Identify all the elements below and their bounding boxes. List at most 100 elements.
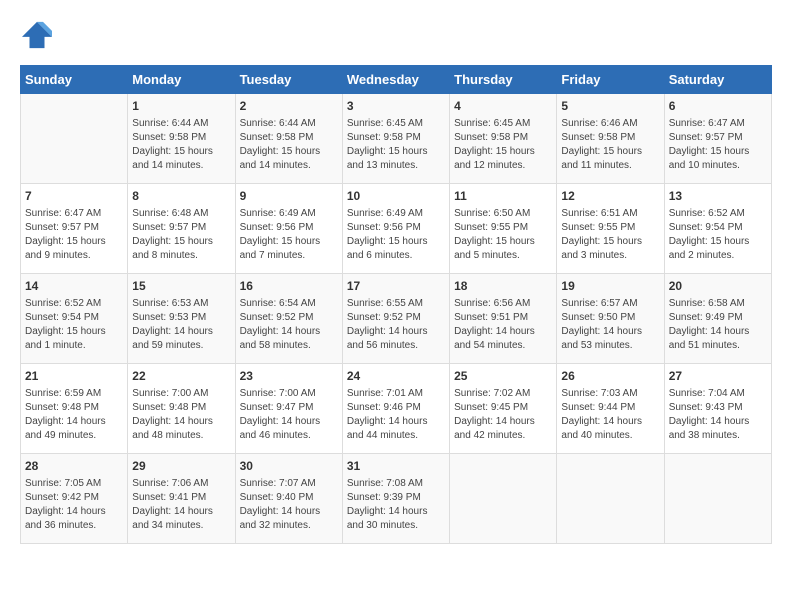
day-cell: 20Sunrise: 6:58 AM Sunset: 9:49 PM Dayli… [664,274,771,364]
day-cell [21,94,128,184]
day-cell: 15 Sunrise: 6:53 AM Sunset: 9:53 PM Dayli… [128,274,235,364]
day-cell: 18 Sunrise: 6:56 AM Sunset: 9:51 PM Dayli… [450,274,557,364]
day-info: Sunrise: 6:48 AM Sunset: 9:57 PM Dayligh… [132,207,230,263]
week-row: 14Sunrise: 6:52 AM Sunset: 9:54 PM Dayli… [21,274,772,364]
day-number: 7 [25,188,123,205]
week-row: 28Sunrise: 7:05 AM Sunset: 9:42 PM Dayli… [21,454,772,544]
day-info: Sunrise: 6:44 AM Sunset: 9:58 PM Dayligh… [240,117,338,173]
week-row: 1 Sunrise: 6:44 AM Sunset: 9:58 PM Daylig… [21,94,772,184]
day-info: Sunrise: 7:01 AM Sunset: 9:46 PM Dayligh… [347,387,445,443]
day-number: 12 [561,188,659,205]
day-number: 26 [561,368,659,385]
day-number: 18 [454,278,552,295]
day-info: Sunrise: 7:06 AM Sunset: 9:41 PM Dayligh… [132,477,230,533]
day-number: 25 [454,368,552,385]
day-info: Sunrise: 7:04 AM Sunset: 9:43 PM Dayligh… [669,387,767,443]
day-cell: 8 Sunrise: 6:48 AM Sunset: 9:57 PM Daylig… [128,184,235,274]
header-cell-tuesday: Tuesday [235,66,342,94]
day-cell: 24 Sunrise: 7:01 AM Sunset: 9:46 PM Dayli… [342,364,449,454]
day-number: 22 [132,368,230,385]
day-info: Sunrise: 6:47 AM Sunset: 9:57 PM Dayligh… [25,207,123,263]
week-row: 7 Sunrise: 6:47 AM Sunset: 9:57 PM Daylig… [21,184,772,274]
day-cell: 14Sunrise: 6:52 AM Sunset: 9:54 PM Dayli… [21,274,128,364]
day-cell: 29 Sunrise: 7:06 AM Sunset: 9:41 PM Dayli… [128,454,235,544]
calendar-header: SundayMondayTuesdayWednesdayThursdayFrid… [21,66,772,94]
day-number: 14 [25,278,123,295]
day-cell: 5Sunrise: 6:46 AM Sunset: 9:58 PM Daylig… [557,94,664,184]
day-number: 11 [454,188,552,205]
day-number: 9 [240,188,338,205]
day-cell: 3 Sunrise: 6:45 AM Sunset: 9:58 PM Daylig… [342,94,449,184]
day-info: Sunrise: 6:54 AM Sunset: 9:52 PM Dayligh… [240,297,338,353]
day-cell [664,454,771,544]
day-cell: 13 Sunrise: 6:52 AM Sunset: 9:54 PM Dayli… [664,184,771,274]
day-info: Sunrise: 7:05 AM Sunset: 9:42 PM Dayligh… [25,477,123,533]
day-number: 20 [669,278,767,295]
day-cell: 25 Sunrise: 7:02 AM Sunset: 9:45 PM Dayli… [450,364,557,454]
header-cell-monday: Monday [128,66,235,94]
day-number: 19 [561,278,659,295]
day-info: Sunrise: 6:44 AM Sunset: 9:58 PM Dayligh… [132,117,230,173]
day-info: Sunrise: 6:55 AM Sunset: 9:52 PM Dayligh… [347,297,445,353]
day-number: 10 [347,188,445,205]
day-number: 13 [669,188,767,205]
day-cell: 21 Sunrise: 6:59 AM Sunset: 9:48 PM Dayli… [21,364,128,454]
day-cell: 17 Sunrise: 6:55 AM Sunset: 9:52 PM Dayli… [342,274,449,364]
day-number: 6 [669,98,767,115]
header-cell-wednesday: Wednesday [342,66,449,94]
day-info: Sunrise: 6:50 AM Sunset: 9:55 PM Dayligh… [454,207,552,263]
day-number: 21 [25,368,123,385]
day-cell: 16Sunrise: 6:54 AM Sunset: 9:52 PM Dayli… [235,274,342,364]
day-cell: 27 Sunrise: 7:04 AM Sunset: 9:43 PM Dayli… [664,364,771,454]
day-number: 3 [347,98,445,115]
day-number: 24 [347,368,445,385]
day-info: Sunrise: 7:00 AM Sunset: 9:47 PM Dayligh… [240,387,338,443]
header-cell-sunday: Sunday [21,66,128,94]
day-info: Sunrise: 6:45 AM Sunset: 9:58 PM Dayligh… [454,117,552,173]
day-info: Sunrise: 7:00 AM Sunset: 9:48 PM Dayligh… [132,387,230,443]
logo-icon [22,20,52,50]
day-info: Sunrise: 6:56 AM Sunset: 9:51 PM Dayligh… [454,297,552,353]
day-cell: 10 Sunrise: 6:49 AM Sunset: 9:56 PM Dayli… [342,184,449,274]
day-number: 8 [132,188,230,205]
day-info: Sunrise: 6:49 AM Sunset: 9:56 PM Dayligh… [240,207,338,263]
day-number: 23 [240,368,338,385]
day-info: Sunrise: 7:02 AM Sunset: 9:45 PM Dayligh… [454,387,552,443]
day-number: 1 [132,98,230,115]
day-cell: 11 Sunrise: 6:50 AM Sunset: 9:55 PM Dayli… [450,184,557,274]
day-number: 29 [132,458,230,475]
day-cell: 30Sunrise: 7:07 AM Sunset: 9:40 PM Dayli… [235,454,342,544]
day-number: 15 [132,278,230,295]
day-cell: 26Sunrise: 7:03 AM Sunset: 9:44 PM Dayli… [557,364,664,454]
day-number: 17 [347,278,445,295]
day-info: Sunrise: 6:59 AM Sunset: 9:48 PM Dayligh… [25,387,123,443]
day-info: Sunrise: 6:51 AM Sunset: 9:55 PM Dayligh… [561,207,659,263]
day-cell: 22 Sunrise: 7:00 AM Sunset: 9:48 PM Dayli… [128,364,235,454]
day-cell: 7 Sunrise: 6:47 AM Sunset: 9:57 PM Daylig… [21,184,128,274]
day-cell: 12 Sunrise: 6:51 AM Sunset: 9:55 PM Dayli… [557,184,664,274]
day-cell: 23 Sunrise: 7:00 AM Sunset: 9:47 PM Dayli… [235,364,342,454]
day-number: 30 [240,458,338,475]
day-number: 27 [669,368,767,385]
day-cell: 1 Sunrise: 6:44 AM Sunset: 9:58 PM Daylig… [128,94,235,184]
header-row: SundayMondayTuesdayWednesdayThursdayFrid… [21,66,772,94]
day-number: 4 [454,98,552,115]
day-cell: 28Sunrise: 7:05 AM Sunset: 9:42 PM Dayli… [21,454,128,544]
day-info: Sunrise: 7:08 AM Sunset: 9:39 PM Dayligh… [347,477,445,533]
header-cell-friday: Friday [557,66,664,94]
day-number: 2 [240,98,338,115]
day-info: Sunrise: 6:53 AM Sunset: 9:53 PM Dayligh… [132,297,230,353]
page-header [20,20,772,55]
day-cell [450,454,557,544]
logo [20,20,52,55]
day-info: Sunrise: 6:52 AM Sunset: 9:54 PM Dayligh… [669,207,767,263]
day-number: 31 [347,458,445,475]
header-cell-saturday: Saturday [664,66,771,94]
day-cell: 4 Sunrise: 6:45 AM Sunset: 9:58 PM Daylig… [450,94,557,184]
week-row: 21 Sunrise: 6:59 AM Sunset: 9:48 PM Dayli… [21,364,772,454]
day-cell [557,454,664,544]
day-info: Sunrise: 6:45 AM Sunset: 9:58 PM Dayligh… [347,117,445,173]
calendar-table: SundayMondayTuesdayWednesdayThursdayFrid… [20,65,772,544]
day-cell: 6Sunrise: 6:47 AM Sunset: 9:57 PM Daylig… [664,94,771,184]
day-info: Sunrise: 6:49 AM Sunset: 9:56 PM Dayligh… [347,207,445,263]
